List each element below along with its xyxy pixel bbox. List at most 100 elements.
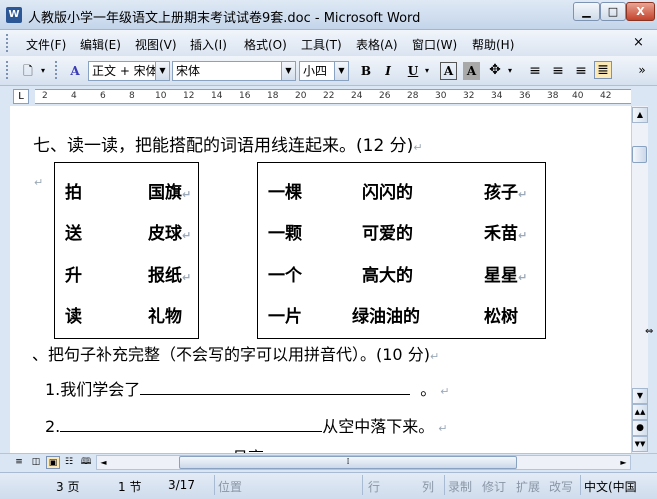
align-left-icon[interactable]: ≡ <box>526 62 544 80</box>
chevron-down-icon[interactable]: ▼ <box>281 62 295 80</box>
underline-options-chevron-icon[interactable]: ▾ <box>422 62 432 80</box>
status-language[interactable]: 中文(中国 <box>584 478 637 495</box>
status-position[interactable]: 位置 <box>218 478 242 495</box>
ruler-tick: 10 <box>155 91 167 101</box>
menu-tools[interactable]: 工具(T) <box>301 36 342 53</box>
scroll-down-icon[interactable]: ▼ <box>632 388 648 404</box>
ruler-tick: 24 <box>351 91 363 101</box>
style-combo[interactable]: 正文 + 宋体 ▼ <box>88 61 170 81</box>
section-8-heading: 、把句子补充完整（不会写的字可以用拼音代）。(10 分)↵ <box>32 341 439 365</box>
question-2-blank[interactable] <box>60 417 323 432</box>
status-track-changes[interactable]: 修订 <box>482 478 506 495</box>
status-record[interactable]: 录制 <box>448 478 472 495</box>
table2-col2-cell: 绿油油的 <box>352 307 420 327</box>
menu-table[interactable]: 表格(A) <box>356 36 398 53</box>
status-column[interactable]: 列 <box>422 478 434 495</box>
table1-right-cell: 国旗↵ <box>148 183 192 203</box>
toolbar-options-arrow-icon[interactable]: ▾ <box>38 62 48 80</box>
reading-layout-icon[interactable]: 🕮 <box>79 456 93 469</box>
ruler-tick: 38 <box>547 91 559 101</box>
table1-right-cell: 礼物 <box>148 307 182 327</box>
section-7-heading: 七、读一读，把能搭配的词语用线连起来。(12 分)↵ <box>33 131 423 156</box>
menu-window[interactable]: 窗口(W) <box>412 36 457 53</box>
question-2-prefix: 2. <box>45 417 61 436</box>
close-document-icon[interactable]: × <box>633 35 644 50</box>
character-shading-button[interactable]: A <box>463 62 480 80</box>
select-browse-object-icon[interactable]: ● <box>632 420 648 436</box>
question-3-partial: 月亮 <box>232 444 264 453</box>
status-separator <box>444 475 445 495</box>
table1-right-cell: 报纸↵ <box>148 266 192 286</box>
scroll-right-icon[interactable]: ► <box>617 456 630 469</box>
toolbar-grip-2[interactable] <box>55 61 58 79</box>
paragraph-mark-icon: ↵ <box>438 422 448 435</box>
chevron-down-icon[interactable]: ▼ <box>334 62 348 80</box>
toolbar-overflow-button[interactable]: » <box>634 61 650 79</box>
ruler-tick: 18 <box>267 91 279 101</box>
underline-button[interactable]: U <box>404 62 422 80</box>
chevron-down-icon[interactable]: ▼ <box>155 62 169 80</box>
ruler-tick: 2 <box>42 91 48 101</box>
table2-col1-cell: 一个 <box>268 266 302 286</box>
font-size-value: 小四 <box>303 64 328 78</box>
ruler-tick: 34 <box>491 91 503 101</box>
outline-view-icon[interactable]: ☷ <box>62 456 76 469</box>
status-section[interactable]: 1 节 <box>118 478 141 495</box>
status-line[interactable]: 行 <box>368 478 380 495</box>
ruler-tick: 30 <box>435 91 447 101</box>
align-right-icon[interactable]: ≡ <box>572 62 590 80</box>
menu-edit[interactable]: 编辑(E) <box>80 36 121 53</box>
previous-page-icon[interactable]: ▲▲ <box>632 404 648 420</box>
ruler-tick: 28 <box>407 91 419 101</box>
split-handle-icon[interactable]: ⇔ <box>645 326 657 340</box>
normal-view-icon[interactable]: ≡ <box>12 456 26 469</box>
table2-col1-cell: 一棵 <box>268 183 302 203</box>
scroll-up-icon[interactable]: ▲ <box>632 107 648 123</box>
styles-and-formatting-icon[interactable]: A <box>66 62 84 80</box>
web-layout-icon[interactable]: ◫ <box>29 456 43 469</box>
italic-button[interactable]: I <box>380 62 396 80</box>
font-size-combo[interactable]: 小四 ▼ <box>299 61 349 81</box>
bold-button[interactable]: B <box>357 62 375 80</box>
menubar-grip[interactable] <box>6 34 9 52</box>
minimize-button[interactable]: ▁ <box>573 2 600 21</box>
status-extend[interactable]: 扩展 <box>516 478 540 495</box>
toolbar-grip[interactable] <box>6 61 9 79</box>
menu-format[interactable]: 格式(O) <box>244 36 287 53</box>
asian-layout-icon[interactable]: ✥ <box>485 61 505 79</box>
status-page-of[interactable]: 3/17 <box>168 478 195 492</box>
ruler-tick: 36 <box>519 91 531 101</box>
close-button[interactable]: X <box>626 2 655 21</box>
ruler-tick: 4 <box>71 91 77 101</box>
vertical-scroll-thumb[interactable] <box>632 146 647 163</box>
tab-selector[interactable]: L <box>13 89 29 104</box>
status-page[interactable]: 3 页 <box>56 478 79 495</box>
table2-col1-cell: 一片 <box>268 307 302 327</box>
table2-col2-cell: 可爱的 <box>362 224 413 244</box>
menu-insert[interactable]: 插入(I) <box>190 36 227 53</box>
maximize-button[interactable]: □ <box>600 2 626 21</box>
menu-help[interactable]: 帮助(H) <box>472 36 514 53</box>
menu-view[interactable]: 视图(V) <box>135 36 177 53</box>
status-overtype[interactable]: 改写 <box>549 478 573 495</box>
print-layout-icon[interactable]: ▣ <box>46 456 60 469</box>
paragraph-mark-icon: ↵ <box>413 141 423 154</box>
horizontal-scroll-thumb[interactable]: ⁞ <box>179 456 517 469</box>
font-combo[interactable]: 宋体 ▼ <box>172 61 296 81</box>
justify-icon[interactable]: ≣ <box>594 61 612 79</box>
menu-file[interactable]: 文件(F) <box>26 36 66 53</box>
scroll-left-icon[interactable]: ◄ <box>97 456 110 469</box>
window-title: 人教版小学一年级语文上册期末考试试卷9套.doc - Microsoft Wor… <box>28 11 421 26</box>
ruler-tick: 40 <box>572 91 584 101</box>
ruler-tick: 6 <box>100 91 106 101</box>
word-app-icon[interactable]: W <box>6 7 22 23</box>
ruler-tick: 14 <box>211 91 223 101</box>
document-page[interactable]: 七、读一读，把能搭配的词语用线连起来。(12 分)↵ ↵ 拍 送 升 读 国旗↵… <box>10 106 631 453</box>
character-border-button[interactable]: A <box>440 62 457 80</box>
chevron-down-icon[interactable]: ▾ <box>505 62 515 80</box>
new-document-icon[interactable]: 🗋 <box>18 62 38 80</box>
next-page-icon[interactable]: ▼▼ <box>632 436 648 452</box>
align-center-icon[interactable]: ≡ <box>549 62 567 80</box>
table2-col3-cell: 孩子↵ <box>484 183 528 203</box>
question-1-blank[interactable] <box>140 380 411 395</box>
